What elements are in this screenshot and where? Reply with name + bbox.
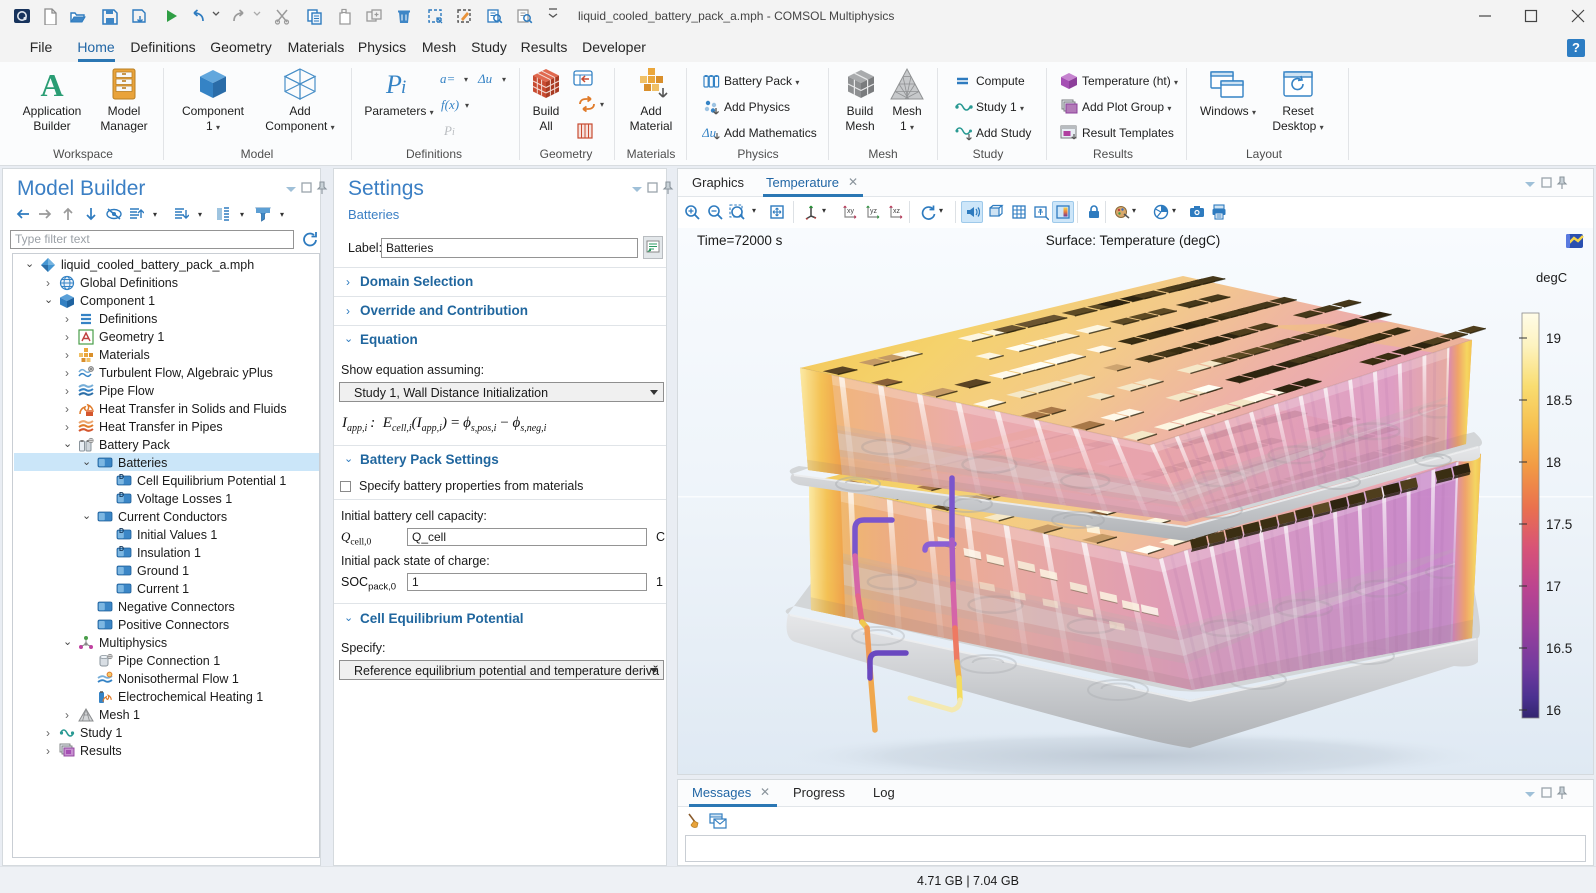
svg-text:17: 17 <box>1546 579 1561 594</box>
svg-text:18: 18 <box>1546 455 1561 470</box>
svg-text:degC: degC <box>1536 270 1567 285</box>
svg-text:xz: xz <box>893 208 901 215</box>
svg-text:16.5: 16.5 <box>1546 641 1572 656</box>
svg-text:P: P <box>385 70 402 99</box>
svg-text:A: A <box>40 68 63 102</box>
svg-text:Time=72000 s: Time=72000 s <box>697 233 783 248</box>
svg-text:D: D <box>119 474 124 481</box>
svg-text:Δu: Δu <box>702 125 717 140</box>
svg-text:D: D <box>119 546 124 553</box>
svg-text:16: 16 <box>1546 703 1561 718</box>
svg-text:18.5: 18.5 <box>1546 393 1572 408</box>
svg-text:i: i <box>401 77 406 98</box>
svg-text:D: D <box>119 528 124 535</box>
svg-text:D: D <box>119 492 124 499</box>
svg-text:xy: xy <box>847 208 855 215</box>
svg-text:Surface: Temperature (degC): Surface: Temperature (degC) <box>1046 233 1221 248</box>
svg-text:19: 19 <box>1546 331 1561 346</box>
svg-text:17.5: 17.5 <box>1546 517 1572 532</box>
svg-text:yz: yz <box>870 208 878 215</box>
